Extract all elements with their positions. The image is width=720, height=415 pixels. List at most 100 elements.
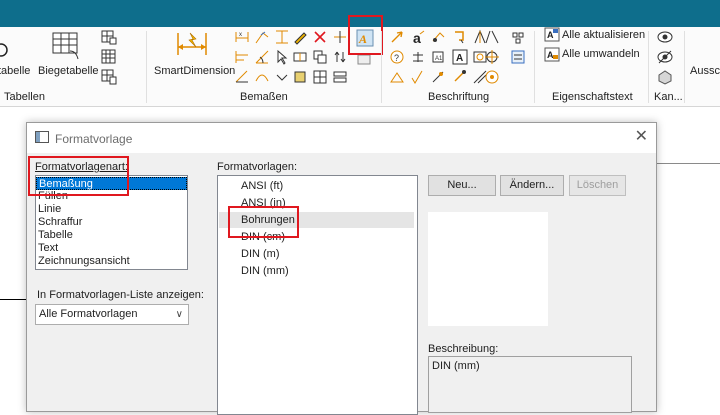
ribbon-separator (146, 31, 147, 103)
ribbon-separator (648, 31, 649, 103)
formatvorlagen-item[interactable]: DIN (mm) (219, 263, 414, 279)
ordinate-dim-icon[interactable] (254, 29, 270, 45)
drawing-line (0, 299, 26, 300)
format-style-dialog: Formatvorlage ✕ Formatvorlagenart: Bemaß… (26, 122, 657, 415)
text-a-icon[interactable]: a (410, 29, 426, 45)
ribbon-group-bemassen: Bemaßen (240, 91, 288, 103)
arrange-dim-icon[interactable] (292, 69, 308, 85)
grid-dim-icon[interactable] (312, 69, 328, 85)
path-dim-icon[interactable] (254, 69, 270, 85)
cosmetic-thread-icon[interactable] (484, 69, 500, 85)
beschreibung-field[interactable]: DIN (mm) (428, 356, 632, 413)
weld-symbol-icon[interactable] (389, 69, 405, 85)
liste-anzeigen-value: Alle Formatvorlagen (39, 308, 138, 320)
neu-button[interactable]: Neu... (428, 175, 496, 196)
delete-dim-icon[interactable] (312, 29, 328, 45)
stack-dim-icon[interactable] (332, 69, 348, 85)
formatvorlagen-item[interactable]: DIN (m) (219, 246, 414, 262)
formatvorlagenart-item[interactable]: Text (36, 242, 187, 255)
svg-text:A: A (456, 53, 463, 64)
dialog-title: Formatvorlage (55, 132, 133, 146)
beschreibung-value: DIN (mm) (432, 360, 480, 372)
formatvorlagenart-item[interactable]: Zeichnungsansicht (36, 255, 187, 268)
formatvorlagen-label: Formatvorlagen: (217, 161, 298, 173)
copy-dim-icon[interactable] (312, 49, 328, 65)
datum-target-icon[interactable]: A1 (430, 49, 446, 65)
svg-text:A: A (547, 50, 554, 60)
svg-text:?: ? (394, 53, 399, 63)
biegetabelle-button[interactable]: Biegetabelle (38, 65, 99, 77)
style-preview (428, 212, 548, 326)
table-grid-icon[interactable] (101, 49, 117, 65)
angle-dim-icon[interactable] (254, 49, 270, 65)
format-style-highlight (348, 15, 383, 55)
dropdown-dim-icon[interactable] (274, 69, 290, 85)
ribbon: tabelle Biegetabelle Tabellen SmartDimen… (0, 15, 720, 107)
svg-text:A: A (547, 30, 554, 40)
convert-all-icon: A (544, 47, 560, 62)
chamfer-dim-icon[interactable] (234, 69, 250, 85)
formatvorlagen-item[interactable]: ANSI (ft) (219, 178, 414, 194)
svg-text:A1: A1 (435, 56, 443, 62)
updown-dim-icon[interactable] (332, 49, 348, 65)
multi-jog-icon[interactable] (484, 29, 500, 45)
vertical-dim-icon[interactable] (274, 29, 290, 45)
center-crosshair-icon[interactable] (484, 49, 500, 65)
convert-all-button[interactable]: Alle umwandeln (562, 48, 640, 60)
close-icon[interactable]: ✕ (635, 129, 648, 145)
svg-text:x: x (239, 32, 242, 38)
hole-callout-icon[interactable] (430, 29, 446, 45)
block-a-icon[interactable]: A (452, 49, 468, 65)
formatvorlagenart-item[interactable]: Tabelle (36, 229, 187, 242)
table-small-icon[interactable] (101, 29, 117, 45)
dialog-window-icon (35, 131, 49, 143)
gtol-icon[interactable] (452, 69, 468, 85)
table-insert-icon[interactable] (101, 69, 117, 85)
edit-dim-icon[interactable] (292, 29, 308, 45)
magnet-line-icon[interactable] (430, 69, 446, 85)
bohrungen-highlight (228, 206, 299, 238)
balloon-icon[interactable]: ? (389, 49, 405, 65)
drawing-line (657, 163, 720, 164)
loeschen-button[interactable]: Löschen (569, 175, 626, 196)
ribbon-separator (684, 31, 685, 103)
ribbon-group-kan: Kan... (654, 91, 683, 103)
formatvorlagenart-highlight (28, 156, 129, 196)
eye-icon[interactable] (657, 29, 673, 45)
formatvorlagenart-item[interactable]: Linie (36, 203, 187, 216)
list-icon[interactable] (510, 49, 526, 65)
formatvorlagenart-item[interactable]: Schraffur (36, 216, 187, 229)
ribbon-group-beschriftung: Beschriftung (428, 91, 490, 103)
revision-icon[interactable] (452, 29, 468, 45)
baseline-dim-icon[interactable] (234, 49, 250, 65)
bend-table-icon (52, 32, 79, 60)
smartdimension-icon (177, 32, 207, 55)
smartdimension-button[interactable]: SmartDimension (154, 65, 235, 77)
chevron-down-icon: ∨ (175, 309, 183, 320)
surface-finish-icon[interactable] (410, 69, 426, 85)
symmetric-dim-icon[interactable] (332, 29, 348, 45)
update-all-button[interactable]: Alle aktualisieren (562, 29, 645, 41)
svg-text:a: a (413, 30, 421, 45)
ribbon-group-eigenschaftstext: Eigenschaftstext (552, 91, 633, 103)
aendern-button[interactable]: Ändern... (500, 175, 564, 196)
table-icon (0, 43, 8, 57)
align-dim-icon[interactable] (292, 49, 308, 65)
update-all-icon: A (544, 27, 560, 42)
table-anchor-icon[interactable] (510, 29, 526, 45)
eye-slash-icon[interactable] (657, 49, 673, 65)
datum-icon[interactable] (410, 49, 426, 65)
liste-anzeigen-dropdown[interactable]: Alle Formatvorlagen ∨ (35, 304, 189, 325)
ribbon-separator (381, 31, 382, 103)
beschreibung-label: Beschreibung: (428, 343, 499, 355)
liste-anzeigen-label: In Formatvorlagen-Liste anzeigen: (37, 289, 204, 301)
note-arrow-icon[interactable] (389, 29, 405, 45)
edge-icon[interactable] (657, 69, 673, 85)
tabelle-button[interactable]: tabelle (0, 65, 30, 77)
horizontal-dim-icon[interactable]: x (234, 29, 250, 45)
ribbon-group-tabellen: Tabellen (4, 91, 45, 103)
cursor-dim-icon[interactable] (274, 49, 290, 65)
dialog-title-bar[interactable]: Formatvorlage ✕ (27, 123, 656, 153)
ribbon-separator (534, 31, 535, 103)
ausschnitt-button[interactable]: Ausschn (690, 65, 720, 77)
